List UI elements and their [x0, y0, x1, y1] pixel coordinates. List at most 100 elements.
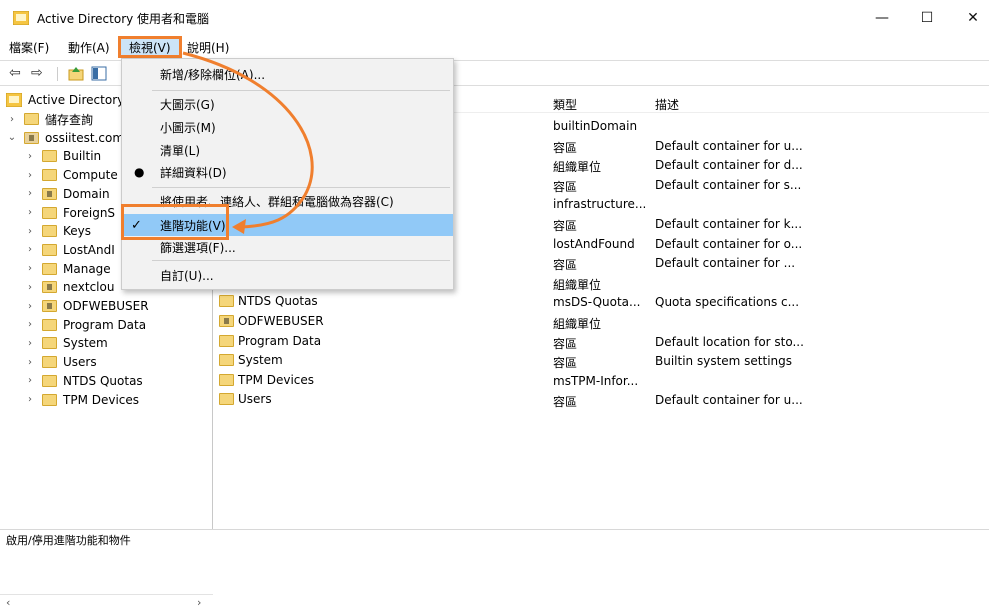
list-item-type: 容區 [553, 219, 578, 233]
menu-item-large-icons[interactable]: 大圖示(G) [122, 93, 453, 115]
menu-bar: 檔案(F) 動作(A) 檢視(V) 說明(H) [0, 36, 989, 58]
menu-item-label: 大圖示(G) [160, 97, 215, 112]
title-bar: Active Directory 使用者和電腦 — ☐ ✕ [0, 0, 989, 36]
folder-icon [42, 356, 57, 369]
list-item-type: msDS-Quota... [553, 295, 641, 310]
tree-item-label: ODFWEBUSER [63, 299, 149, 313]
expand-chevron-icon[interactable]: › [24, 263, 36, 274]
menu-item-small-icons[interactable]: 小圖示(M) [122, 116, 453, 138]
menu-help[interactable]: 說明(H) [187, 39, 229, 56]
tree-item-label: Program Data [63, 317, 147, 332]
tree-root[interactable]: Active Directory [6, 91, 124, 109]
list-item-description: Default container for u... [655, 393, 803, 408]
collapse-chevron-icon[interactable]: ⌄ [6, 132, 18, 143]
list-item-name: Users [238, 392, 272, 407]
menu-view[interactable]: 檢視(V) [129, 39, 171, 56]
list-item-type: 組織單位 [553, 317, 602, 331]
tree-item[interactable]: › ForeignS [24, 204, 115, 222]
tree-item-label: NTDS Quotas [63, 373, 143, 388]
window-title: Active Directory 使用者和電腦 [37, 12, 210, 26]
expand-chevron-icon[interactable]: › [24, 394, 36, 405]
list-item[interactable]: System [219, 353, 283, 367]
ou-folder-icon [42, 281, 57, 294]
list-item-type: infrastructure... [553, 197, 647, 212]
folder-icon [42, 318, 57, 331]
tree-item[interactable]: › 儲存查詢 [6, 110, 93, 128]
tree-item[interactable]: › TPM Devices [24, 391, 139, 409]
expand-chevron-icon[interactable]: › [24, 244, 36, 255]
menu-item-customize[interactable]: 自訂(U)... [122, 264, 453, 286]
menu-file[interactable]: 檔案(F) [9, 39, 49, 56]
tree-item[interactable]: › System [24, 334, 108, 352]
folder-icon [42, 262, 57, 275]
close-button[interactable]: ✕ [953, 6, 989, 30]
forward-icon[interactable]: ⇨ [31, 65, 43, 82]
tree-item-label: Manage [63, 261, 111, 276]
ou-folder-icon [42, 187, 57, 200]
menu-item-label: 新增/移除欄位(A)... [160, 67, 266, 82]
tree-item-label: LostAndI [63, 242, 115, 257]
back-icon[interactable]: ⇦ [9, 65, 21, 82]
maximize-button[interactable]: ☐ [907, 6, 947, 30]
list-item-description: Default container for u... [655, 138, 803, 153]
tree-item[interactable]: › LostAndI [24, 241, 115, 259]
tree-horizontal-scrollbar[interactable]: ‹ › [0, 594, 213, 611]
tree-item[interactable]: ⌄ ossiitest.com [6, 129, 124, 147]
list-item-type: 容區 [553, 395, 578, 410]
expand-chevron-icon[interactable]: › [24, 170, 36, 181]
minimize-button[interactable]: — [862, 6, 902, 30]
expand-chevron-icon[interactable]: › [24, 338, 36, 349]
show-hide-tree-icon[interactable] [91, 66, 107, 81]
up-folder-icon[interactable] [68, 66, 84, 81]
list-item[interactable]: Users [219, 392, 272, 406]
tree-item[interactable]: › Builtin [24, 147, 101, 165]
menu-action[interactable]: 動作(A) [68, 39, 110, 56]
list-item[interactable]: Program Data [219, 334, 321, 348]
folder-icon [42, 393, 57, 406]
list-item-description: Quota specifications c... [655, 295, 800, 310]
list-item[interactable]: ODFWEBUSER [219, 314, 324, 328]
expand-chevron-icon[interactable]: › [24, 301, 36, 312]
tree-item-label: Compute [63, 168, 118, 183]
list-item-type: 組織單位 [553, 160, 602, 175]
tree-item[interactable]: › Manage [24, 260, 111, 278]
expand-chevron-icon[interactable]: › [24, 226, 36, 237]
tree-item[interactable]: › Users [24, 353, 97, 371]
scroll-left-icon[interactable]: ‹ [6, 596, 10, 609]
list-item-type: 容區 [553, 179, 578, 194]
tree-item[interactable]: › Compute [24, 166, 118, 184]
tree-root-label: Active Directory [28, 93, 125, 107]
tree-item[interactable]: › Program Data [24, 316, 146, 334]
folder-icon [219, 334, 234, 347]
list-item[interactable]: NTDS Quotas [219, 294, 318, 308]
expand-chevron-icon[interactable]: › [24, 319, 36, 330]
folder-icon [42, 150, 57, 163]
column-header-description[interactable]: 描述 [655, 96, 679, 113]
folder-icon [42, 374, 57, 387]
list-item-type: 容區 [553, 356, 578, 371]
column-header-type[interactable]: 類型 [553, 96, 577, 113]
expand-chevron-icon[interactable]: › [24, 282, 36, 293]
tree-item-label: Users [63, 355, 97, 370]
folder-icon [42, 206, 57, 219]
menu-item-add-remove-columns[interactable]: 新增/移除欄位(A)... [122, 63, 453, 85]
tree-item-label: ForeignS [63, 205, 116, 220]
tree-item[interactable]: › NTDS Quotas [24, 372, 143, 390]
menu-item-details[interactable]: ● 詳細資料(D) [122, 161, 453, 183]
tree-item[interactable]: › Keys [24, 222, 91, 240]
folder-icon [42, 337, 57, 350]
list-item-name: System [238, 353, 283, 368]
tree-item[interactable]: › ODFWEBUSER [24, 297, 149, 315]
expand-chevron-icon[interactable]: › [24, 375, 36, 386]
expand-chevron-icon[interactable]: › [24, 151, 36, 162]
expand-chevron-icon[interactable]: › [24, 357, 36, 368]
menu-item-label: 自訂(U)... [160, 268, 214, 283]
expand-chevron-icon[interactable]: › [24, 188, 36, 199]
tree-item[interactable]: › Domain [24, 185, 110, 203]
scroll-right-icon[interactable]: › [197, 596, 201, 609]
menu-item-list[interactable]: 清單(L) [122, 139, 453, 161]
expand-chevron-icon[interactable]: › [6, 114, 18, 125]
tree-item[interactable]: › nextclou [24, 278, 114, 296]
list-item[interactable]: TPM Devices [219, 373, 314, 387]
expand-chevron-icon[interactable]: › [24, 207, 36, 218]
